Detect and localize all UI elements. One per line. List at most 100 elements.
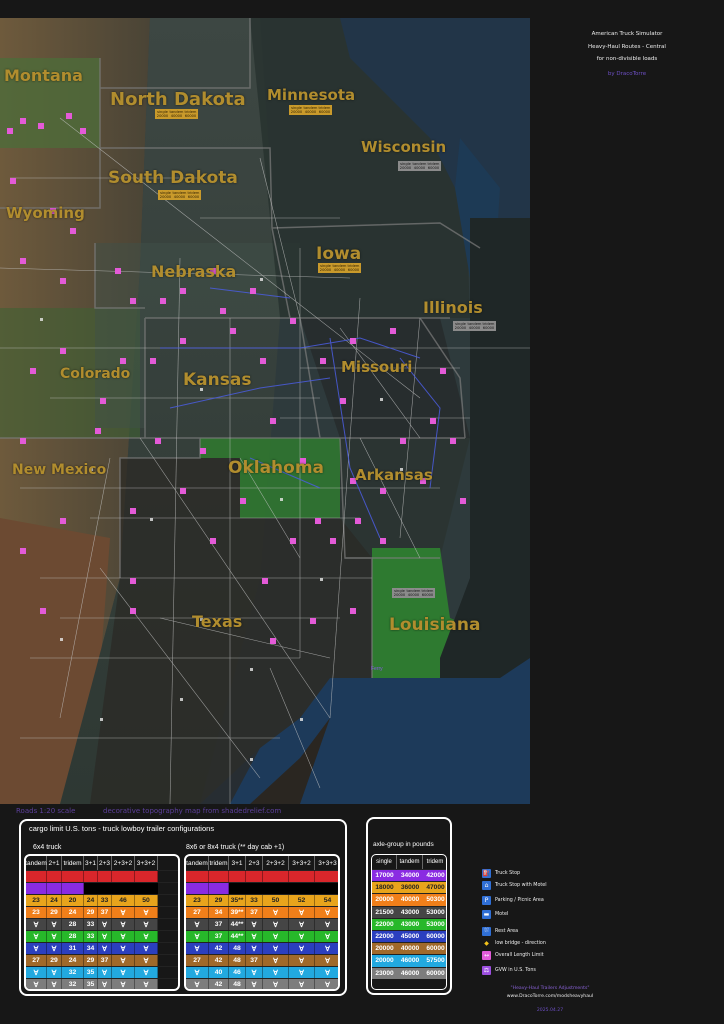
title-map: Heavy-Haul Routes - Central <box>588 44 666 50</box>
axle-box-value: 60000 <box>421 593 434 597</box>
axle-box-minnesota: single tandem tridem 20000 40000 60000 <box>289 105 332 115</box>
table-row: ∀ 37 44** ∀ ∀ ∀ ∀ <box>186 930 338 942</box>
table-cell: ∀ <box>26 931 47 942</box>
table-cell: ∀ <box>26 967 47 978</box>
column-header: 2+3+2 <box>112 856 135 870</box>
table-cell: 43000 <box>397 906 423 918</box>
column-header: tridem <box>423 855 446 869</box>
poster: Montana North Dakota Minnesota Wisconsin… <box>0 0 724 1024</box>
axle-box-north-dakota: single tandem tridem 20000 40000 60000 <box>155 109 198 119</box>
legend-item: ◆ low bridge - direction <box>482 938 546 948</box>
parking-icon: P <box>482 895 491 905</box>
axle-box-value: 60000 <box>318 110 331 114</box>
column-header: 3+1 <box>229 856 246 870</box>
axle-group-title: axle-group in pounds <box>373 841 434 848</box>
axle-box-value: 20000 <box>319 268 332 272</box>
table-cell: 33 <box>84 931 98 942</box>
table-cell: ∀ <box>98 943 112 954</box>
table-cell: ∀ <box>112 967 135 978</box>
table-cell: ∀ <box>135 955 158 966</box>
table-cell: ∀ <box>47 943 62 954</box>
table-cell: 39** <box>229 907 246 918</box>
table-cell: 50300 <box>423 894 446 906</box>
table-row: 18000 36000 47000 <box>372 881 446 894</box>
table-cell: ∀ <box>246 967 263 978</box>
table-cell: ∀ <box>289 907 315 918</box>
axle-box-value: 20000 <box>159 195 172 199</box>
table-row: 27 34 39** 37 ∀ ∀ ∀ <box>186 906 338 918</box>
table-cell: 24 <box>84 895 98 906</box>
table-row: 27 42 48 37 ∀ ∀ ∀ <box>186 954 338 966</box>
mod-name: "Heavy-Haul Trailers Adjustments" <box>510 986 590 991</box>
truck-stop-motel-icon: ⌂ <box>482 880 491 890</box>
table-row: 20000 46000 57500 <box>372 954 446 967</box>
table-cell: 42 <box>209 943 229 954</box>
table-cell: 40000 <box>397 943 423 955</box>
table-cell: ∀ <box>186 967 209 978</box>
table-cell: 46000 <box>397 955 423 967</box>
table-cell: 24 <box>47 895 62 906</box>
table-cell <box>229 871 246 882</box>
table-cell <box>263 883 289 894</box>
table-cell: 29 <box>47 907 62 918</box>
table-row: 23 24 20 24 33 46 50 <box>26 894 178 906</box>
table-cell: ∀ <box>246 979 263 989</box>
axle-box-louisiana: single tandem tridem 20000 40000 60000 <box>392 588 435 598</box>
table-cell <box>135 871 158 882</box>
legend-label: Truck Stop <box>495 870 521 876</box>
table-cell: 22000 <box>372 918 397 930</box>
state-label-colorado: Colorado <box>60 366 131 382</box>
table-row: ∀ 40 46 ∀ ∀ ∀ ∀ <box>186 966 338 978</box>
table-cell: 23000 <box>372 967 397 979</box>
scale-label: Roads 1:20 scale <box>16 807 76 815</box>
table-cell <box>315 871 338 882</box>
route-map[interactable]: Montana North Dakota Minnesota Wisconsin… <box>0 18 530 804</box>
gvw-icon: ⚖ <box>482 965 491 975</box>
table-cell: ∀ <box>135 907 158 918</box>
table-cell: ∀ <box>315 943 338 954</box>
column-header: 3+1 <box>84 856 98 870</box>
table-cell: ∀ <box>112 979 135 989</box>
table-row: ∀ 37 44** ∀ ∀ ∀ ∀ <box>186 918 338 930</box>
table-cell <box>98 871 112 882</box>
mod-url[interactable]: www.DracoTorre.com/modsheavyhaul <box>480 994 620 999</box>
column-header: 3+3+3 <box>315 856 338 870</box>
axle-group-panel: axle-group in pounds single tandem tride… <box>366 817 452 995</box>
legend-label: Motel <box>495 911 509 917</box>
cargo-limit-panel: cargo limit U.S. tons - truck lowboy tra… <box>19 819 347 996</box>
table-cell: 48 <box>229 955 246 966</box>
table-cell: ∀ <box>186 943 209 954</box>
table-cell: ∀ <box>186 919 209 930</box>
table-cell: ∀ <box>246 943 263 954</box>
legend-item: ▬ Motel <box>482 909 508 919</box>
table-cell <box>186 883 209 894</box>
axle-box-value: 40000 <box>173 195 186 199</box>
table-cell: ∀ <box>135 979 158 989</box>
column-header: tridem <box>209 856 229 870</box>
table-cell: 20 <box>62 895 84 906</box>
table-cell: 53000 <box>423 918 446 930</box>
table-cell: ∀ <box>289 943 315 954</box>
table-cell: 20000 <box>372 943 397 955</box>
axle-box-value: 60000 <box>347 268 360 272</box>
table-cell: ∀ <box>263 907 289 918</box>
table-cell <box>62 883 84 894</box>
axle-box-value: 40000 <box>304 110 317 114</box>
table-row: ∀ ∀ 31 34 ∀ ∀ ∀ <box>26 942 178 954</box>
state-label-north-dakota: North Dakota <box>110 89 246 110</box>
table-cell: 34 <box>209 907 229 918</box>
table-cell <box>209 871 229 882</box>
table-cell <box>62 871 84 882</box>
state-label-wyoming: Wyoming <box>6 204 85 222</box>
table-cell: 33 <box>84 919 98 930</box>
table-cell: ∀ <box>263 979 289 989</box>
overall-length-icon: ↔ <box>482 950 491 960</box>
table-cell: 28 <box>62 931 84 942</box>
table-cell: 17000 <box>372 870 397 882</box>
table-row: ∀ ∀ 32 35 ∀ ∀ ∀ <box>26 966 178 978</box>
table-cell <box>209 883 229 894</box>
truck-8x6-title: 8x6 or 8x4 truck (** day cab +1) <box>186 844 285 851</box>
table-cell: 31 <box>62 943 84 954</box>
table-cell: 18000 <box>372 882 397 894</box>
table-cell: 34000 <box>397 870 423 882</box>
